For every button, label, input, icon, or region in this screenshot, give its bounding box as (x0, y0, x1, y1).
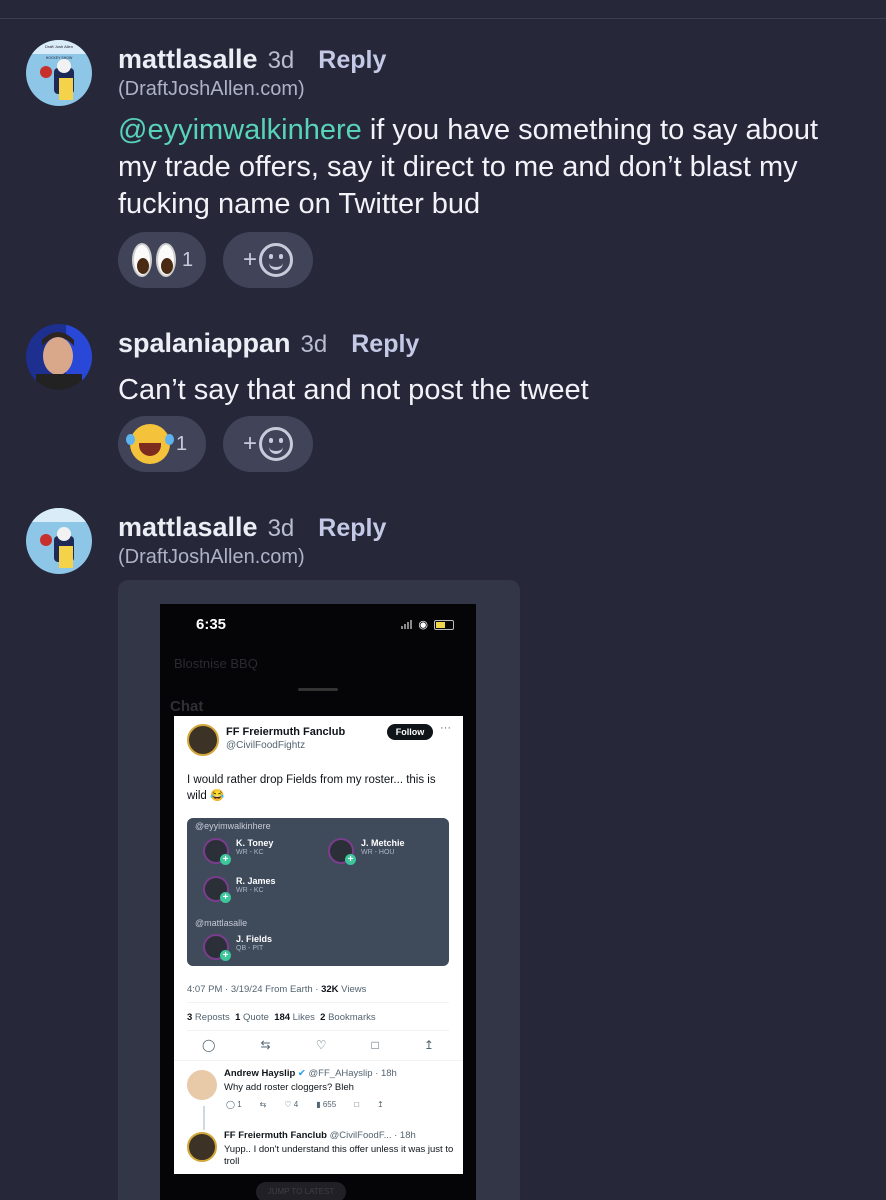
add-reaction-button[interactable]: + (223, 232, 313, 288)
tweet-stats: 3 Reposts 1 Quote 184 Likes 2 Bookmarks (187, 1012, 376, 1023)
eyes-emoji-icon (132, 243, 176, 277)
reply-button[interactable]: Reply (318, 514, 386, 542)
player-name: J. Metchie (361, 838, 405, 848)
username[interactable]: mattlasalle (118, 512, 258, 542)
jump-to-latest: JUMP TO LATEST (256, 1182, 346, 1200)
username[interactable]: mattlasalle (118, 44, 258, 74)
reply-author: FF Freiermuth Fanclub @CivilFoodF... · 1… (224, 1130, 416, 1141)
player-avatar: + (203, 934, 231, 961)
avatar[interactable] (26, 324, 92, 390)
tweet-card: FF Freiermuth Fanclub @CivilFoodFightz F… (174, 716, 463, 1174)
reply-avatar (187, 1132, 217, 1162)
phone-clock: 6:35 (196, 616, 227, 633)
trade-player: + J. Fields QB - PIT (203, 934, 273, 961)
timestamp: 3d (267, 47, 295, 74)
comment-text: @eyyimwalkinhere if you have something t… (118, 112, 858, 223)
sheet-handle (298, 688, 338, 691)
trade-player: + R. James WR - KC (203, 876, 276, 903)
divider (187, 1002, 449, 1003)
reply-actions: ◯ 1 ⇆ ♡ 4 ▮ 655 □ ↥ (226, 1100, 384, 1109)
reply-text: Yupp.. I don't understand this offer unl… (224, 1144, 454, 1167)
username[interactable]: spalaniappan (118, 328, 291, 358)
avatar[interactable] (26, 508, 92, 574)
follow-button: Follow (387, 724, 433, 740)
like-icon: ♡ 4 (284, 1100, 299, 1109)
reply-icon: ◯ (202, 1038, 216, 1052)
comment: spalaniappan 3d Reply Can’t say that and n… (0, 300, 886, 480)
phone-screenshot: 6:35 ◉ Blostnise BBQ Chat FF Freiermuth … (160, 604, 476, 1200)
reply-button[interactable]: Reply (351, 330, 419, 358)
trade-user: @eyyimwalkinhere (195, 821, 271, 831)
like-icon: ♡ (315, 1038, 327, 1052)
smiley-icon (259, 427, 293, 461)
reply-button[interactable]: Reply (318, 46, 386, 74)
comment: Draft Josh Allen HOCKEY SHOW mattlasalle… (0, 0, 886, 300)
player-position: QB - PIT (236, 945, 264, 952)
bookmark-icon: □ (371, 1038, 379, 1052)
user-site: (DraftJoshAllen.com) (118, 546, 305, 568)
player-name: R. James (236, 876, 276, 886)
views-icon: ▮ 655 (316, 1100, 337, 1109)
tweet-author-handle: @CivilFoodFightz (226, 740, 306, 751)
avatar[interactable]: Draft Josh Allen HOCKEY SHOW (26, 40, 92, 106)
tweet-actions: ◯ ⇆ ♡ □ ↥ (202, 1038, 434, 1052)
trade-user: @mattlasalle (195, 918, 248, 928)
reply-text: Why add roster cloggers? Bleh (224, 1082, 354, 1093)
user-site: (DraftJoshAllen.com) (118, 78, 305, 100)
player-name: J. Fields (236, 934, 273, 944)
comment-text: Can’t say that and not post the tweet (118, 374, 589, 406)
player-avatar: + (328, 838, 356, 865)
signal-icon (401, 620, 413, 629)
reaction-count: 1 (182, 248, 194, 271)
background-app-title: Blostnise BBQ (174, 656, 258, 671)
thread-line (203, 1106, 205, 1130)
svg-text:HOCKEY SHOW: HOCKEY SHOW (46, 56, 73, 60)
timestamp: 3d (300, 331, 328, 358)
background-chat-label: Chat (170, 698, 204, 715)
plus-label: + (242, 430, 257, 457)
tweet-text: I would rather drop Fields from my roste… (187, 774, 436, 802)
add-reaction-button[interactable]: + (223, 416, 313, 472)
tweet-author-name: FF Freiermuth Fanclub (226, 726, 346, 738)
comment-header: mattlasalle 3d Reply (118, 44, 386, 75)
player-avatar: + (203, 838, 231, 865)
reaction-laugh[interactable]: 1 (118, 416, 206, 472)
comment-header: mattlasalle 3d Reply (118, 512, 386, 543)
smiley-icon (259, 243, 293, 277)
svg-text:Draft Josh Allen: Draft Josh Allen (45, 44, 73, 49)
player-position: WR - KC (236, 849, 264, 856)
wifi-icon: ◉ (418, 619, 428, 631)
player-position: WR - HOU (361, 849, 395, 856)
tears-of-joy-emoji-icon (126, 424, 174, 464)
player-avatar: + (203, 876, 231, 903)
reaction-count: 1 (176, 432, 188, 455)
player-name: K. Toney (236, 838, 274, 848)
more-icon: ··· (440, 722, 451, 734)
reaction-eyes[interactable]: 1 (118, 232, 206, 288)
trade-player: + J. Metchie WR - HOU (328, 838, 405, 865)
plus-label: + (242, 246, 257, 273)
tweet-author-avatar (187, 724, 219, 756)
reply-avatar (187, 1070, 217, 1100)
battery-icon (434, 619, 454, 630)
bookmark-icon: □ (354, 1100, 360, 1109)
mention-link[interactable]: @eyyimwalkinhere (118, 114, 362, 146)
repost-icon: ⇆ (260, 1038, 271, 1052)
status-bar: ◉ (401, 618, 454, 631)
reply-icon: ◯ 1 (226, 1100, 242, 1109)
repost-icon: ⇆ (259, 1100, 267, 1109)
divider (174, 1060, 463, 1061)
player-position: WR - KC (236, 887, 264, 894)
trade-card: @eyyimwalkinhere + K. Toney WR - KC + J. … (187, 818, 449, 966)
share-icon: ↥ (377, 1100, 384, 1109)
trade-player: + K. Toney WR - KC (203, 838, 274, 865)
comment-header: spalaniappan 3d Reply (118, 328, 419, 359)
divider (187, 1030, 449, 1031)
reply-author: Andrew Hayslip ✔ @FF_AHayslip · 18h (224, 1068, 397, 1079)
tweet-meta: 4:07 PM · 3/19/24 From Earth · 32K Views (187, 984, 367, 995)
share-icon: ↥ (423, 1038, 434, 1052)
timestamp: 3d (267, 515, 295, 542)
